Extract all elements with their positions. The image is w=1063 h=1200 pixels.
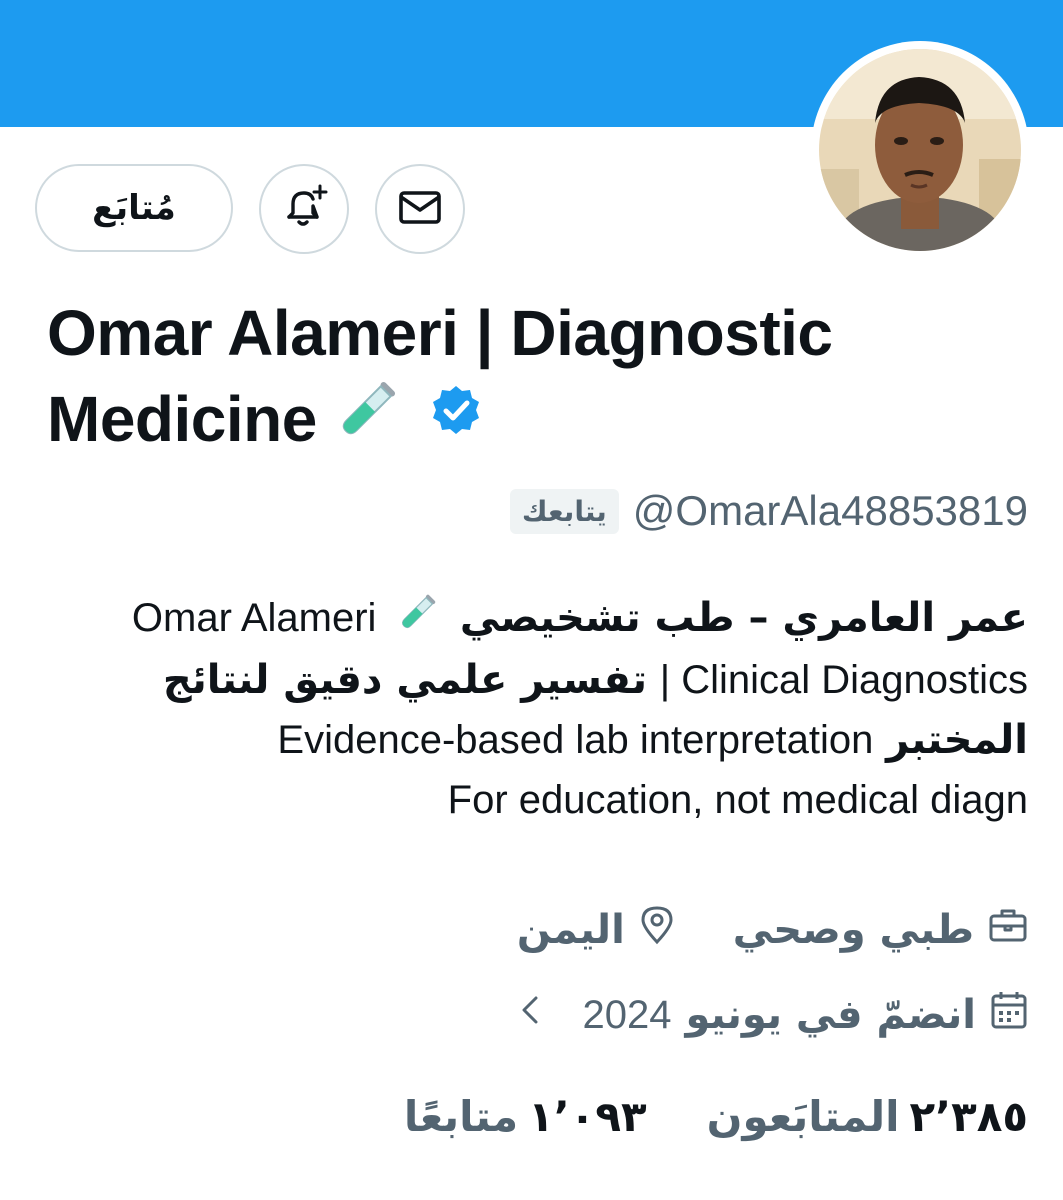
- profile-bio: عمر العامري – طب تشخيصي Omar Alameri Cli…: [28, 588, 1028, 830]
- following-count[interactable]: ١٬٠٩٣: [528, 1092, 647, 1141]
- bio-line: المختبر Evidence-based lab interpretatio…: [28, 710, 1028, 770]
- test-tube-icon: [335, 376, 401, 463]
- bio-line3-english: Evidence-based lab interpretation: [277, 718, 874, 762]
- profile-meta-row: طبي وصحي اليمن: [517, 905, 1028, 955]
- bio-line: Clinical Diagnostics | تفسير علمي دقيق ل…: [28, 650, 1028, 710]
- display-name: Omar Alameri | Diagnostic Medicine: [47, 290, 1027, 462]
- display-name-line1: Omar Alameri | Diagnostic: [47, 297, 833, 369]
- bell-plus-icon: [279, 182, 329, 236]
- avatar[interactable]: [811, 41, 1029, 259]
- bio-line: عمر العامري – طب تشخيصي Omar Alameri: [28, 588, 1028, 650]
- message-button[interactable]: [375, 164, 465, 254]
- joined-prefix: انضمّ في يونيو: [685, 992, 976, 1038]
- category-item: طبي وصحي: [733, 905, 1028, 955]
- handle-row: يتابعك @OmarAla48853819: [509, 487, 1028, 535]
- bio-line: For education, not medical diagn: [28, 770, 1028, 830]
- bio-line4-english: For education, not medical diagn: [447, 778, 1028, 822]
- followers-label[interactable]: المتابَعون: [707, 1092, 900, 1141]
- chevron-left-icon[interactable]: [516, 992, 546, 1038]
- location-text: اليمن: [516, 907, 625, 953]
- bio-line2-english: Clinical Diagnostics |: [659, 658, 1028, 702]
- following-label[interactable]: متابعًا: [404, 1092, 518, 1141]
- verified-badge-icon[interactable]: [427, 376, 485, 462]
- joined-row[interactable]: انضمّ في يونيو 2024: [516, 990, 1028, 1040]
- test-tube-icon: [397, 590, 439, 650]
- bio-line1-arabic: عمر العامري – طب تشخيصي: [459, 595, 1028, 641]
- user-handle: @OmarAla48853819: [632, 487, 1028, 534]
- calendar-icon: [990, 990, 1028, 1040]
- following-button-label: مُتابَع: [92, 188, 176, 228]
- joined-item: انضمّ في يونيو 2024: [582, 990, 1028, 1040]
- category-text: طبي وصحي: [732, 907, 974, 953]
- following-button[interactable]: مُتابَع: [35, 164, 233, 252]
- profile-photo: [819, 49, 1021, 251]
- display-name-line2: Medicine: [47, 383, 317, 455]
- location-item: اليمن: [517, 905, 675, 955]
- briefcase-icon: [988, 905, 1028, 955]
- notify-button[interactable]: [259, 164, 349, 254]
- location-pin-icon: [639, 905, 675, 955]
- follow-stats: ٢٬٣٨٥ المتابَعون ١٬٠٩٣ متابعًا: [404, 1092, 1028, 1141]
- followers-count[interactable]: ٢٬٣٨٥: [910, 1092, 1029, 1141]
- joined-year: 2024: [582, 992, 672, 1037]
- bio-line3-arabic: المختبر: [886, 717, 1028, 763]
- envelope-icon: [397, 184, 443, 234]
- follows-you-badge: يتابعك: [509, 488, 619, 534]
- bio-line1-english: Omar Alameri: [131, 596, 377, 640]
- bio-line2-arabic: تفسير علمي دقيق لنتائج: [162, 657, 647, 703]
